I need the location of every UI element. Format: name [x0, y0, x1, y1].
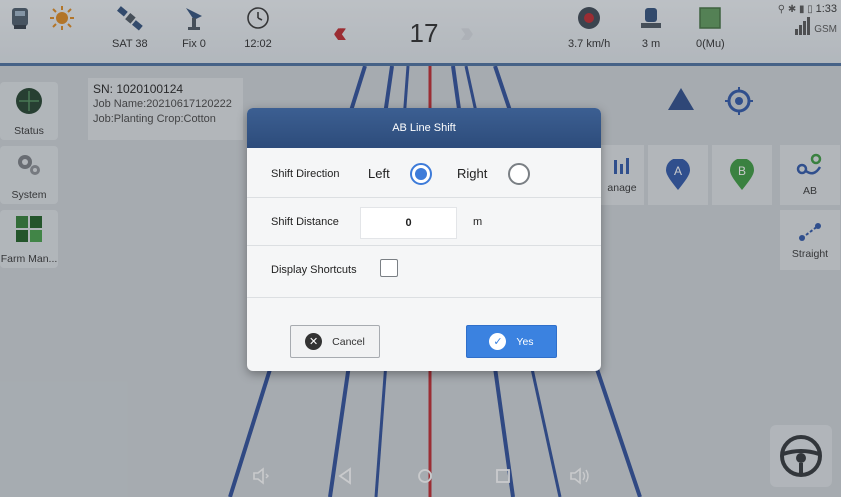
yes-label: Yes — [516, 335, 534, 348]
shift-distance-label: Shift Distance — [271, 216, 339, 228]
display-shortcuts-label: Display Shortcuts — [271, 264, 357, 276]
yes-button[interactable]: ✓ Yes — [466, 325, 557, 358]
shift-distance-row: Shift Distance m — [247, 198, 601, 246]
left-radio[interactable] — [410, 163, 432, 185]
display-shortcuts-checkbox[interactable] — [380, 259, 398, 277]
cancel-label: Cancel — [332, 335, 365, 348]
distance-unit: m — [473, 216, 483, 228]
screen: SAT 38 Fix 0 12:02 ‹‹‹ 17 ››› 3.7 km/h 3… — [0, 0, 841, 497]
close-icon: ✕ — [305, 333, 323, 350]
dialog-title: AB Line Shift — [247, 108, 601, 148]
cancel-button[interactable]: ✕ Cancel — [290, 325, 380, 358]
shift-distance-input[interactable] — [360, 207, 457, 239]
right-option-label: Right — [457, 166, 488, 181]
right-radio[interactable] — [508, 163, 530, 185]
check-icon: ✓ — [489, 333, 507, 350]
display-shortcuts-row: Display Shortcuts — [247, 246, 601, 298]
shift-direction-label: Shift Direction — [271, 168, 340, 180]
left-option-label: Left — [368, 166, 390, 181]
ab-line-shift-dialog: AB Line Shift Shift Direction Left Right… — [247, 108, 601, 371]
shift-direction-row: Shift Direction Left Right — [247, 150, 601, 198]
